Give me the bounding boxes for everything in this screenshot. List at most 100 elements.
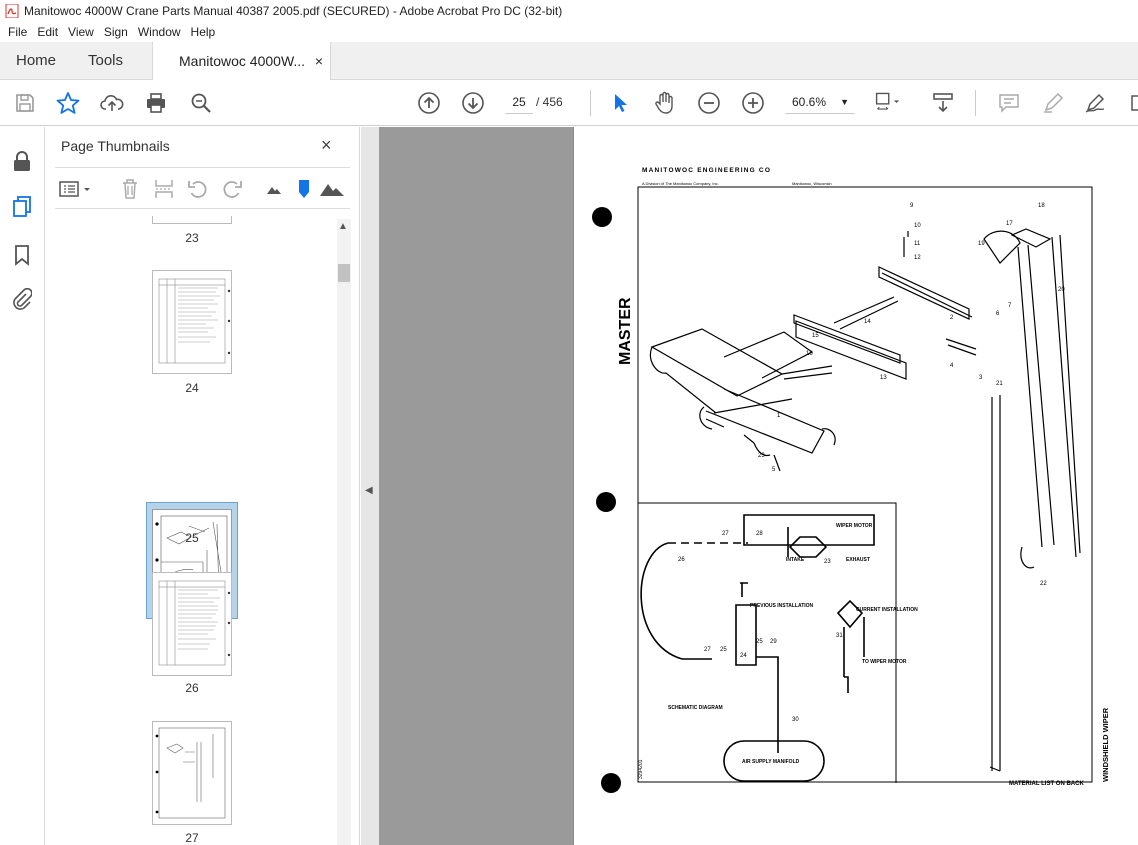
menu-bar: File Edit View Sign Window Help: [0, 22, 1138, 42]
svg-text:23: 23: [758, 453, 765, 459]
svg-text:5: 5: [772, 467, 776, 473]
hole-punch-mark: [601, 773, 621, 793]
scroll-up-icon[interactable]: ▲: [338, 221, 348, 232]
thumbnail-page[interactable]: [152, 270, 232, 374]
sign-pen-icon[interactable]: [1083, 90, 1109, 116]
thumbnail-small-icon[interactable]: [263, 178, 285, 200]
tab-tools[interactable]: Tools: [88, 42, 123, 80]
save-icon[interactable]: [12, 90, 38, 116]
delete-icon[interactable]: [119, 178, 141, 200]
doc-header: MANITOWOC ENGINEERING CO: [642, 167, 771, 174]
select-cursor-icon[interactable]: [607, 90, 633, 116]
tab-close-icon[interactable]: ×: [315, 42, 323, 80]
thumbnail-slider-icon[interactable]: [293, 178, 315, 200]
comment-icon[interactable]: [996, 90, 1022, 116]
attachments-icon[interactable]: [10, 287, 34, 311]
thumbnail-page[interactable]: [152, 572, 232, 676]
svg-text:17: 17: [1006, 221, 1013, 227]
rotate-cw-icon[interactable]: [221, 178, 243, 200]
thumbnail-label: 25: [185, 531, 199, 545]
menu-help[interactable]: Help: [191, 25, 216, 39]
page-number-input[interactable]: 25: [505, 90, 533, 114]
thumbnail-page[interactable]: [152, 216, 232, 224]
panel-title: Page Thumbnails: [61, 138, 170, 154]
to-wiper-motor-label: TO WIPER MOTOR: [862, 659, 907, 665]
thumbnail-list: 23 24 25 26 27: [45, 216, 335, 845]
svg-text:6: 6: [996, 311, 1000, 317]
svg-text:1: 1: [777, 413, 781, 419]
rotate-ccw-icon[interactable]: [187, 178, 209, 200]
zoom-in-icon[interactable]: [740, 90, 766, 116]
page-thumbnails-icon[interactable]: [10, 195, 34, 219]
thumbnails-panel: Page Thumbnails × 23 24 25 26 27 ▲: [45, 127, 360, 845]
doc-subheader-left: A Division of The Manitowoc Company, Inc…: [642, 181, 719, 186]
previous-installation-label: PREVIOUS INSTALLATION: [750, 603, 814, 609]
svg-text:24: 24: [740, 653, 747, 659]
zoom-level-select[interactable]: 60.6% ▼: [785, 90, 855, 114]
hole-punch-mark: [596, 492, 616, 512]
thumbnail-page[interactable]: [152, 721, 232, 825]
tab-home[interactable]: Home: [16, 42, 56, 80]
svg-text:19: 19: [978, 241, 985, 247]
menu-window[interactable]: Window: [138, 25, 181, 39]
toolbar-divider-2: [975, 90, 976, 116]
upload-cloud-icon[interactable]: [99, 90, 125, 116]
scroll-mode-icon[interactable]: [930, 90, 956, 116]
svg-text:15: 15: [812, 333, 819, 339]
panel-collapse-gutter[interactable]: ◀: [361, 127, 379, 845]
menu-sign[interactable]: Sign: [104, 25, 128, 39]
svg-text:7: 7: [1008, 303, 1012, 309]
thumbnail-label: 26: [185, 681, 199, 695]
extract-pages-icon[interactable]: [153, 178, 175, 200]
more-tools-icon[interactable]: [1124, 90, 1138, 116]
highlight-pen-icon[interactable]: [1040, 90, 1066, 116]
svg-text:23: 23: [824, 559, 831, 565]
document-page: MANITOWOC ENGINEERING CO A Division of T…: [573, 127, 1138, 845]
collapse-panel-icon[interactable]: ◀: [365, 485, 373, 496]
thumbnails-scrollbar[interactable]: ▲: [337, 219, 351, 845]
options-menu-icon[interactable]: [59, 178, 93, 200]
svg-text:25: 25: [756, 639, 763, 645]
previous-page-icon[interactable]: [416, 90, 442, 116]
page-fit-icon[interactable]: [874, 90, 900, 116]
lock-icon[interactable]: [10, 149, 34, 173]
thumbnail-label: 27: [185, 831, 199, 845]
schematic-diagram-label: SCHEMATIC DIAGRAM: [668, 705, 723, 711]
wiper-motor-label: WIPER MOTOR: [836, 523, 873, 529]
menu-file[interactable]: File: [8, 25, 27, 39]
svg-text:14: 14: [864, 319, 871, 325]
svg-text:3: 3: [979, 375, 983, 381]
bookmark-star-icon[interactable]: [55, 90, 81, 116]
zoom-search-icon[interactable]: [188, 90, 214, 116]
svg-text:16: 16: [806, 351, 813, 357]
svg-text:2: 2: [950, 315, 954, 321]
thumbnail-label: 23: [185, 231, 199, 245]
page-total: / 456: [536, 95, 563, 109]
zoom-out-icon[interactable]: [696, 90, 722, 116]
bookmarks-icon[interactable]: [10, 243, 34, 267]
svg-text:13: 13: [880, 375, 887, 381]
svg-text:31: 31: [836, 633, 843, 639]
menu-view[interactable]: View: [68, 25, 94, 39]
doc-subheader-right: Manitowoc, Wisconsin: [792, 181, 832, 186]
svg-text:4: 4: [950, 363, 954, 369]
scrollbar-thumb[interactable]: [338, 264, 350, 282]
panel-close-icon[interactable]: ×: [321, 135, 332, 156]
drawing-number: 3294201: [638, 759, 644, 779]
svg-text:30: 30: [792, 717, 799, 723]
svg-text:18: 18: [1038, 203, 1045, 209]
thumbnail-label: 24: [185, 381, 199, 395]
svg-text:27: 27: [722, 531, 729, 537]
bottom-title: WINDSHIELD WIPER: [1101, 707, 1110, 782]
hand-tool-icon[interactable]: [652, 90, 678, 116]
next-page-icon[interactable]: [460, 90, 486, 116]
window-title: Manitowoc 4000W Crane Parts Manual 40387…: [24, 4, 563, 18]
svg-text:27: 27: [704, 647, 711, 653]
menu-edit[interactable]: Edit: [37, 25, 58, 39]
material-list-note: MATERIAL LIST ON BACK: [1009, 781, 1084, 787]
tab-document-label: Manitowoc 4000W...: [179, 53, 306, 69]
svg-text:9: 9: [910, 203, 914, 209]
print-icon[interactable]: [143, 90, 169, 116]
thumbnail-large-icon[interactable]: [319, 178, 345, 200]
tab-document[interactable]: Manitowoc 4000W... ×: [152, 42, 331, 81]
